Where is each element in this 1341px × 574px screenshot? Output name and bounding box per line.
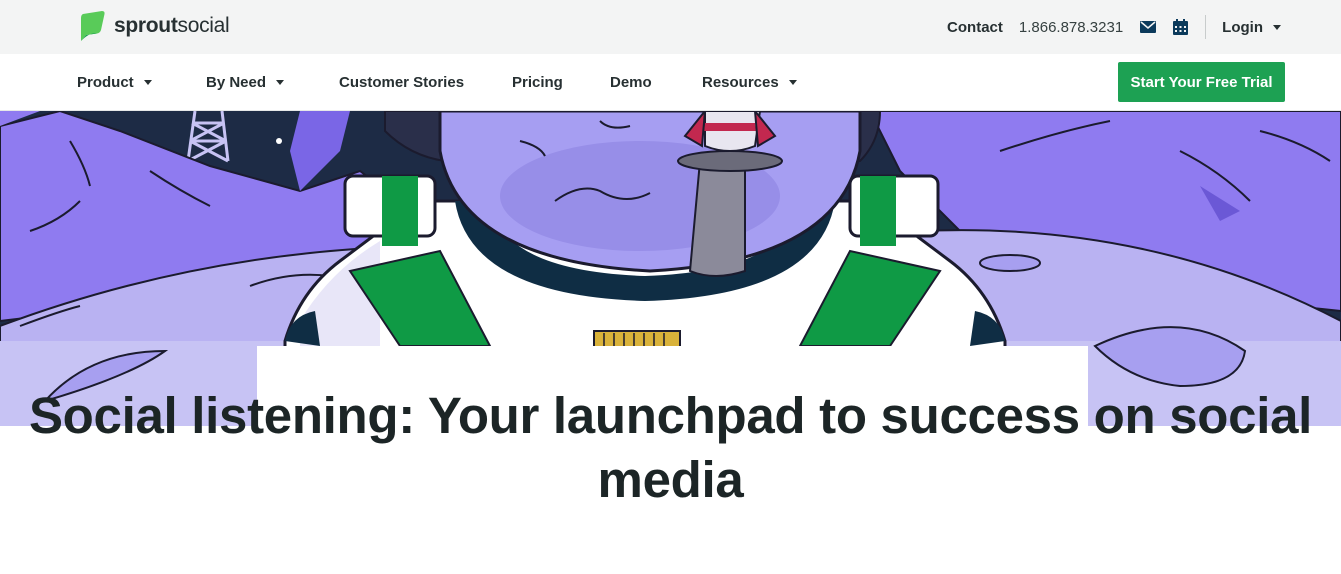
logo-text-bold: sprout: [114, 14, 178, 37]
nav-item-by-need[interactable]: By Need: [206, 54, 285, 110]
nav-item-product[interactable]: Product: [77, 54, 152, 110]
nav-item-demo[interactable]: Demo: [610, 54, 652, 110]
login-menu[interactable]: Login: [1222, 19, 1281, 36]
sprout-social-logo[interactable]: sproutsocial: [78, 10, 230, 42]
nav-item-resources[interactable]: Resources: [702, 54, 797, 110]
nav-item-label: By Need: [206, 73, 267, 91]
nav-item-label: Pricing: [512, 73, 563, 91]
nav-item-pricing[interactable]: Pricing: [512, 54, 563, 110]
calendar-icon[interactable]: [1171, 18, 1189, 36]
contact-link[interactable]: Contact: [947, 19, 1003, 36]
sprout-leaf-icon: [81, 11, 105, 41]
logo-text-light: social: [177, 14, 230, 37]
logo-wordmark: sproutsocial: [114, 14, 230, 38]
utility-divider: [1205, 15, 1207, 39]
nav-item-customer-stories[interactable]: Customer Stories: [339, 54, 464, 110]
utility-bar: sproutsocial Contact 1.866.878.3231 Logi…: [0, 0, 1341, 54]
nav-item-label: Customer Stories: [339, 73, 465, 91]
chevron-down-icon: [788, 79, 797, 85]
page-title: Social listening: Your launchpad to succ…: [28, 387, 1313, 508]
utility-links: Contact 1.866.878.3231 Login: [947, 0, 1281, 54]
chevron-down-icon: [276, 79, 285, 85]
phone-link[interactable]: 1.866.878.3231: [1019, 19, 1123, 36]
login-label: Login: [1222, 18, 1263, 36]
nav-item-label: Product: [77, 73, 134, 91]
nav-item-label: Demo: [610, 73, 652, 91]
nav-item-label: Resources: [702, 73, 779, 91]
start-free-trial-button[interactable]: Start Your Free Trial: [1118, 62, 1285, 102]
chevron-down-icon: [143, 79, 152, 85]
chevron-down-icon: [1273, 24, 1281, 30]
envelope-icon[interactable]: [1139, 18, 1157, 36]
